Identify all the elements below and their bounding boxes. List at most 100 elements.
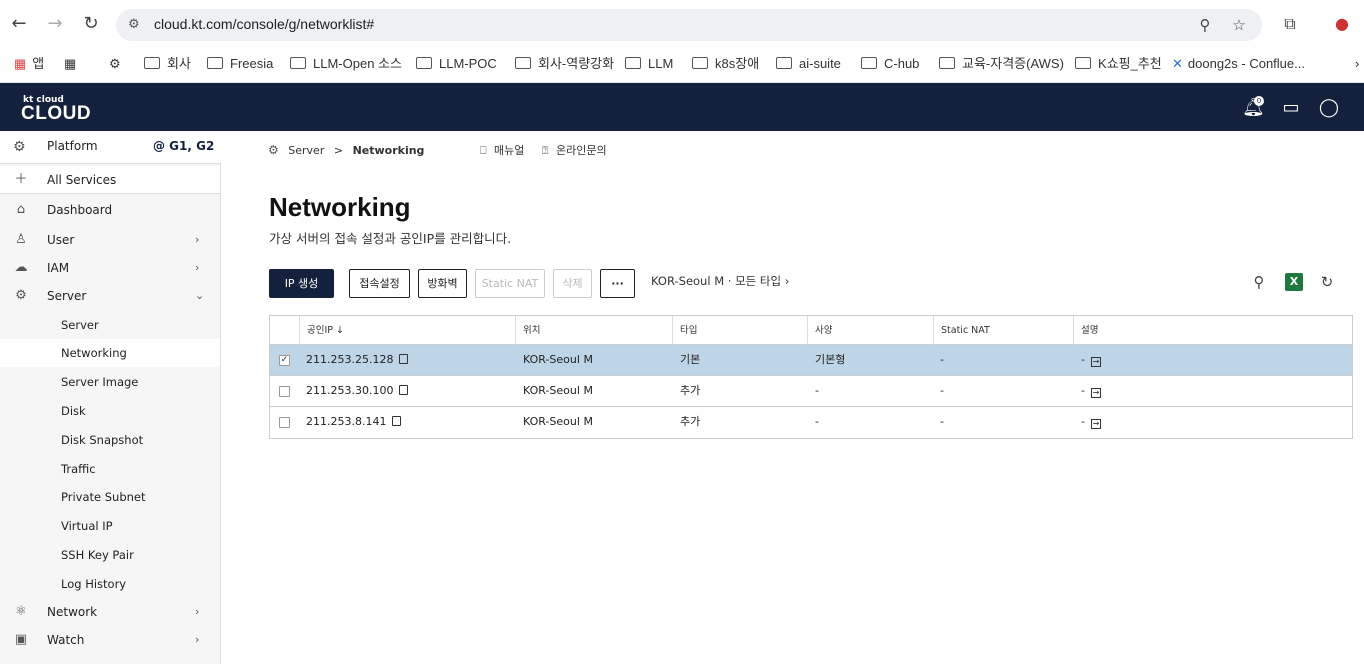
- user-icon: ♙: [15, 232, 27, 247]
- inquiry-link[interactable]: 온라인문의: [556, 144, 607, 157]
- folder-icon: [861, 57, 877, 69]
- star-icon[interactable]: ☆: [1230, 16, 1248, 34]
- bookmark-folder[interactable]: ai-suite: [776, 54, 841, 74]
- static-nat-button[interactable]: Static NAT: [475, 269, 545, 298]
- zoom-icon[interactable]: ⚲: [1196, 16, 1214, 34]
- column-header-type: 타입: [672, 316, 807, 345]
- refresh-icon[interactable]: ↻: [1318, 273, 1336, 291]
- sidebar-sub-server[interactable]: Server: [0, 311, 220, 339]
- edit-enter-icon[interactable]: →: [1090, 388, 1101, 398]
- bookmark-folder[interactable]: K쇼핑_추천: [1075, 54, 1162, 74]
- sidebar-sub-networking[interactable]: Networking: [0, 339, 220, 367]
- bookmark-folder[interactable]: 회사: [144, 54, 191, 74]
- bookmark-folder[interactable]: 회사-역량강화: [515, 54, 614, 74]
- column-header-spec: 사양: [807, 316, 933, 345]
- bookmark-folder[interactable]: Freesia: [207, 54, 273, 74]
- description-cell: - →: [1081, 415, 1101, 429]
- edit-enter-icon[interactable]: →: [1090, 357, 1101, 367]
- reload-icon[interactable]: ↻: [81, 14, 101, 34]
- platform-badge: @ G1, G2: [153, 139, 215, 153]
- description-cell: - →: [1081, 384, 1101, 398]
- back-icon[interactable]: ←: [9, 14, 29, 34]
- profile-avatar[interactable]: ●: [1332, 14, 1352, 34]
- column-header-description: 설명: [1073, 316, 1353, 345]
- settings-icon[interactable]: ⚙: [109, 54, 121, 74]
- bookmark-folder[interactable]: k8s장애: [692, 54, 759, 74]
- sidebar-sub-disk[interactable]: Disk: [0, 397, 220, 425]
- table-row[interactable]: ✓ 211.253.25.128 KOR-Seoul M 기본 기본형 - - →: [270, 345, 1352, 376]
- chip-icon: ⚙: [268, 143, 279, 157]
- column-header-static-nat: Static NAT: [933, 316, 1073, 345]
- search-icon[interactable]: ⚲: [1250, 273, 1268, 291]
- location-cell: KOR-Seoul M: [523, 415, 593, 428]
- confluence-icon: ✕: [1172, 56, 1183, 71]
- folder-icon: [692, 57, 708, 69]
- chevron-down-icon: ⌄: [195, 289, 205, 302]
- folder-icon: [939, 57, 955, 69]
- sidebar-sub-server-image[interactable]: Server Image: [0, 368, 220, 396]
- site-settings-icon[interactable]: ⚙: [128, 17, 144, 33]
- url-text[interactable]: cloud.kt.com/console/g/networklist#: [154, 16, 374, 32]
- grid-icon[interactable]: ▦: [64, 54, 76, 74]
- bookmark-apps[interactable]: ▦ 앱: [14, 54, 44, 74]
- account-icon[interactable]: ◯: [1318, 97, 1340, 119]
- chevron-right-icon: ›: [195, 261, 200, 274]
- table-row[interactable]: 211.253.30.100 KOR-Seoul M 추가 - - - →: [270, 376, 1352, 407]
- manual-link[interactable]: 매뉴얼: [494, 144, 524, 157]
- create-ip-button[interactable]: IP 생성: [269, 269, 334, 298]
- card-icon[interactable]: ▭: [1280, 97, 1302, 119]
- address-bar[interactable]: ⚙ cloud.kt.com/console/g/networklist# ⚲ …: [116, 9, 1262, 41]
- bookmark-folder[interactable]: C-hub: [861, 54, 919, 74]
- more-button[interactable]: ···: [600, 269, 635, 298]
- folder-icon: [144, 57, 160, 69]
- access-setting-button[interactable]: 접속설정: [349, 269, 410, 298]
- edit-enter-icon[interactable]: →: [1090, 419, 1101, 429]
- sidebar-item-network[interactable]: ⚛ Network ›: [0, 598, 220, 626]
- type-cell: 기본: [680, 353, 701, 366]
- firewall-button[interactable]: 방화벽: [418, 269, 467, 298]
- sidebar-item-dashboard[interactable]: ⌂ Dashboard: [0, 196, 220, 224]
- gear-icon: ⚙: [13, 139, 26, 155]
- type-cell: 추가: [680, 415, 701, 428]
- row-checkbox[interactable]: [279, 386, 290, 397]
- platform-selector[interactable]: ⚙ Platform @ G1, G2: [0, 131, 221, 164]
- row-checkbox[interactable]: [279, 417, 290, 428]
- bookmark-folder[interactable]: LLM: [625, 54, 673, 74]
- sidebar-sub-disk-snapshot[interactable]: Disk Snapshot: [0, 426, 220, 454]
- column-header-location: 위치: [515, 316, 672, 345]
- sidebar-item-iam[interactable]: ☁ IAM ›: [0, 254, 220, 282]
- breadcrumb-server[interactable]: Server: [288, 144, 324, 157]
- app-header: kt cloud CLOUD 🔔︎ ▭ ◯: [0, 83, 1364, 131]
- browser-toolbar: ← → ↻ ⚙ cloud.kt.com/console/g/networkli…: [0, 0, 1364, 48]
- region-type-filter[interactable]: KOR-Seoul M · 모든 타입 ›: [651, 273, 789, 289]
- bookmark-folder[interactable]: LLM-Open 소스: [290, 54, 402, 74]
- sidebar-sub-private-subnet[interactable]: Private Subnet: [0, 483, 220, 511]
- table-row[interactable]: 211.253.8.141 KOR-Seoul M 추가 - - - →: [270, 407, 1352, 438]
- forward-icon[interactable]: →: [45, 14, 65, 34]
- row-checkbox[interactable]: ✓: [279, 355, 290, 366]
- sidebar-item-watch[interactable]: ▣ Watch ›: [0, 626, 220, 654]
- extensions-icon[interactable]: ⧉: [1280, 14, 1300, 34]
- sidebar-sub-traffic[interactable]: Traffic: [0, 455, 220, 483]
- copy-icon[interactable]: [392, 416, 402, 426]
- bookmark-confluence[interactable]: ✕ doong2s - Conflue...: [1172, 54, 1305, 74]
- bookmark-folder[interactable]: 교육-자격증(AWS): [939, 54, 1064, 74]
- sidebar-sub-virtual-ip[interactable]: Virtual IP: [0, 512, 220, 540]
- folder-icon: [625, 57, 641, 69]
- delete-button[interactable]: 삭제: [553, 269, 592, 298]
- question-icon: ⍰: [541, 144, 549, 157]
- sidebar-item-all-services[interactable]: ＋ All Services: [0, 166, 220, 194]
- sidebar-item-server[interactable]: ⚙ Server ⌄: [0, 282, 220, 310]
- chevron-right-icon: ›: [195, 633, 200, 646]
- sidebar-sub-log-history[interactable]: Log History: [0, 570, 220, 598]
- sidebar-sub-ssh-key-pair[interactable]: SSH Key Pair: [0, 541, 220, 569]
- copy-icon[interactable]: [399, 354, 409, 364]
- logo[interactable]: CLOUD: [21, 103, 91, 125]
- bookmark-folder[interactable]: LLM-POC: [416, 54, 497, 74]
- column-header-public-ip[interactable]: 공인IP ↓: [299, 316, 515, 345]
- sidebar-item-user[interactable]: ♙ User ›: [0, 226, 220, 254]
- excel-icon[interactable]: X: [1285, 273, 1303, 291]
- chevron-right-icon[interactable]: ›: [1355, 54, 1359, 74]
- copy-icon[interactable]: [399, 385, 409, 395]
- chip-icon: ⚙: [15, 288, 27, 303]
